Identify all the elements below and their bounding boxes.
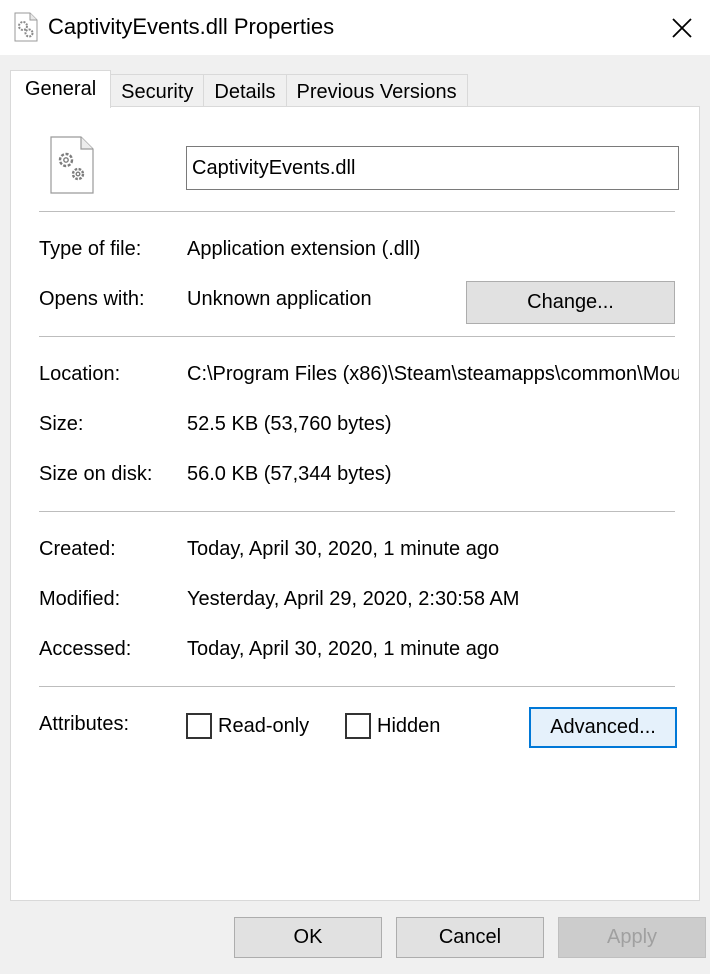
modified-label: Modified: [39,588,121,610]
accessed-value: Today, April 30, 2020, 1 minute ago [187,638,500,660]
tab-strip: General Security Details Previous Versio… [10,70,468,108]
created-label: Created: [39,538,116,560]
size-on-disk-value: 56.0 KB (57,344 bytes) [187,463,392,485]
filename-field[interactable] [186,146,679,190]
window-title: CaptivityEvents.dll Properties [48,14,335,39]
tab-details[interactable]: Details [203,74,287,108]
location-value: C:\Program Files (x86)\Steam\steamapps\c… [187,363,679,385]
advanced-button[interactable]: Advanced... [529,707,677,748]
divider [39,686,675,687]
tab-previous-versions[interactable]: Previous Versions [285,74,468,108]
created-value: Today, April 30, 2020, 1 minute ago [187,538,500,560]
apply-button[interactable]: Apply [558,917,706,958]
type-label: Type of file: [39,238,142,260]
accessed-label: Accessed: [39,638,132,660]
modified-value: Yesterday, April 29, 2020, 2:30:58 AM [187,588,520,610]
readonly-checkbox[interactable] [186,713,212,739]
size-on-disk-label: Size on disk: [39,463,153,485]
tab-security[interactable]: Security [110,74,205,108]
general-panel: Type of file: Application extension (.dl… [10,106,700,901]
location-label: Location: [39,363,121,385]
divider [39,336,675,337]
ok-button[interactable]: OK [234,917,382,958]
hidden-label: Hidden [377,715,441,737]
close-icon [672,17,692,38]
title-bar: CaptivityEvents.dll Properties [0,0,710,55]
hidden-checkbox[interactable] [345,713,371,739]
dialog-footer: OK Cancel Apply [0,901,710,974]
type-value: Application extension (.dll) [187,238,421,260]
size-value: 52.5 KB (53,760 bytes) [187,413,392,435]
divider [39,511,675,512]
close-button[interactable] [654,0,710,55]
divider [39,211,675,212]
opens-with-label: Opens with: [39,288,145,310]
opens-with-value: Unknown application [187,288,372,310]
properties-window: CaptivityEvents.dll Properties General S… [0,0,710,974]
attributes-label: Attributes: [39,713,130,735]
dll-gear-file-icon [50,136,94,194]
tab-general[interactable]: General [10,70,112,108]
readonly-label: Read-only [218,715,310,737]
dll-file-icon [14,12,38,42]
cancel-button[interactable]: Cancel [396,917,544,958]
size-label: Size: [39,413,84,435]
change-button[interactable]: Change... [466,281,675,324]
